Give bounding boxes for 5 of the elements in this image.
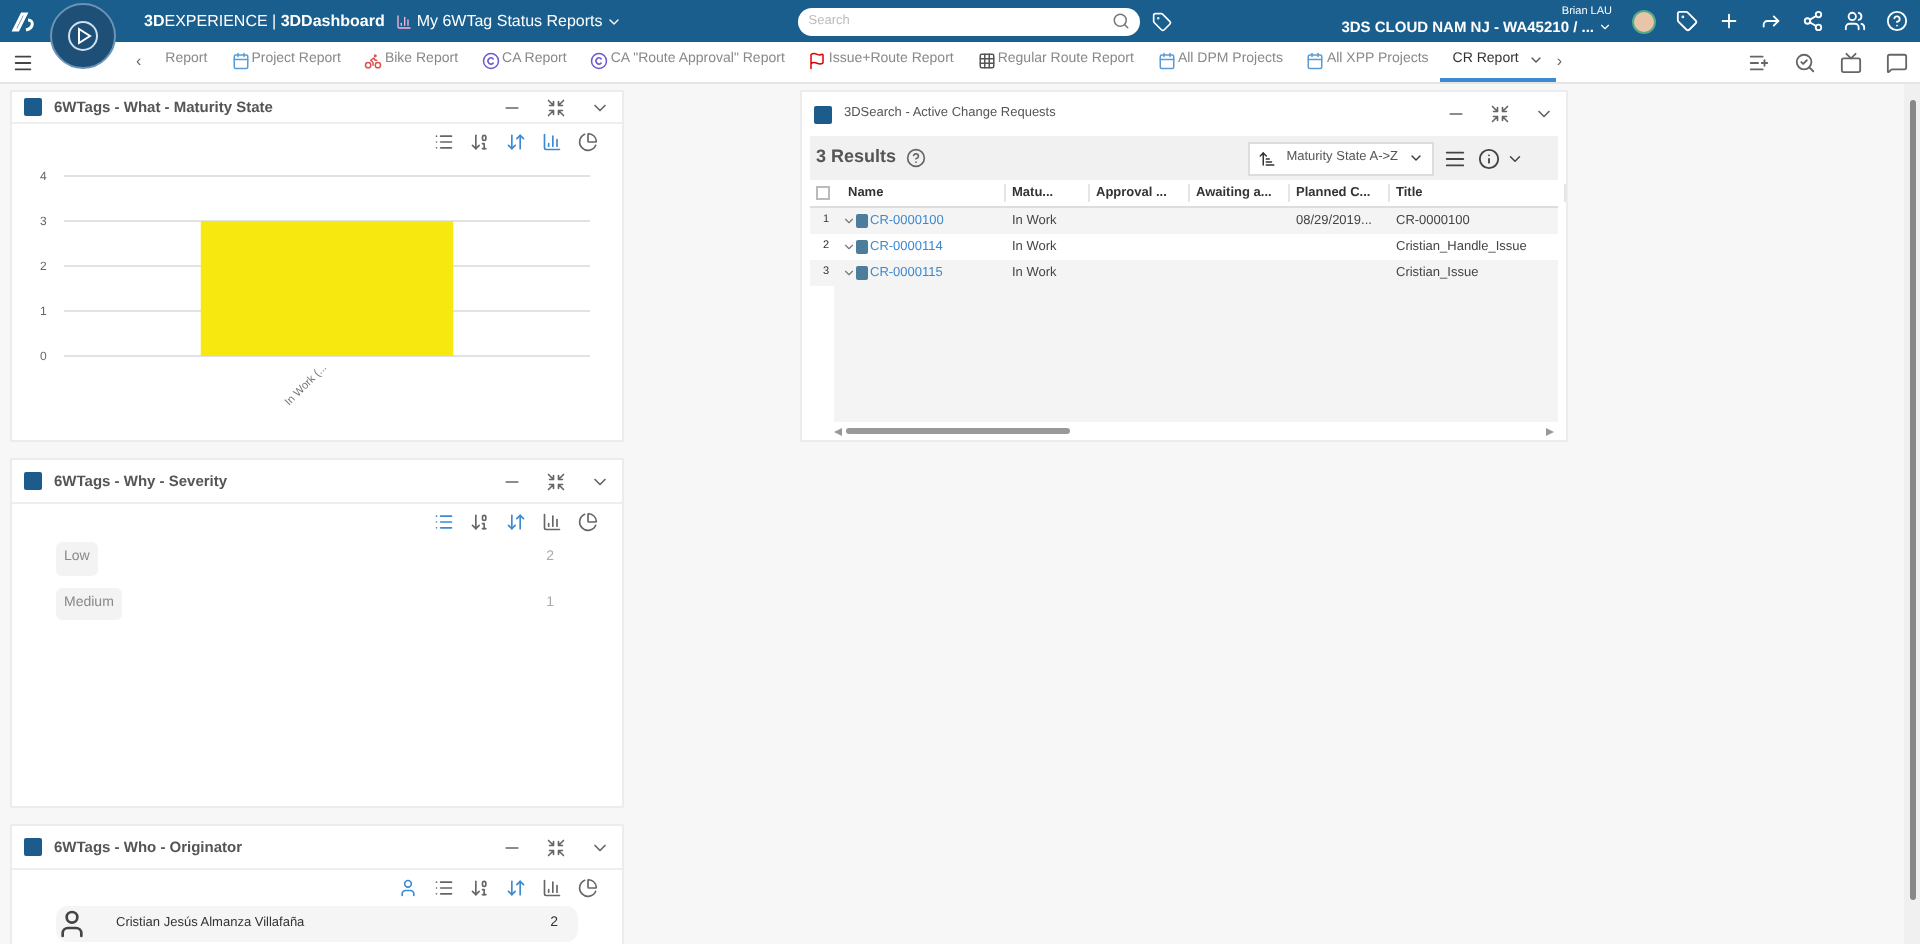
tab-scroll-right[interactable]: ›: [1556, 50, 1563, 74]
results-count: 3 Results: [816, 144, 897, 171]
dashboard-menu[interactable]: My 6WTag Status Reports: [396, 9, 623, 33]
tab-scroll-left[interactable]: ‹: [136, 50, 142, 74]
app-title: 3DEXPERIENCE | 3DDashboard: [144, 9, 385, 33]
